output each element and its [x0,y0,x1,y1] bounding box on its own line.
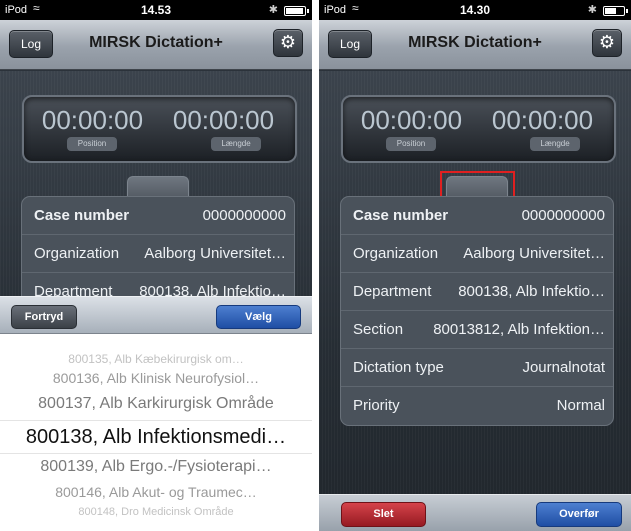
section-row[interactable]: Section 80013812, Alb Infektion… [341,311,613,349]
picker-option-selected[interactable]: 800138, Alb Infektionsmedi… [0,426,312,449]
navigation-bar: Log MIRSK Dictation+ ⚙ [0,20,312,70]
picker-toolbar: Fortryd Vælg [0,296,312,334]
phone-screen-right: iPod ≈ 14.30 ✱ Log MIRSK Dictation+ ⚙ 00… [319,0,631,531]
row-value: 800138, Alb Infektio… [458,283,605,300]
department-picker[interactable]: 800135, Alb Kæbekirurgisk om… 800136, Al… [0,334,312,531]
row-value: Journalnotat [522,359,605,376]
status-time: 14.30 [459,3,491,17]
picker-option[interactable]: 800137, Alb Karkirurgisk Område [0,395,312,413]
bluetooth-icon: ✱ [587,4,597,16]
position-label: Position [67,137,117,151]
transfer-button[interactable]: Overfør [536,502,622,527]
row-label: Organization [34,245,120,262]
status-bar: iPod ≈ 14.53 ✱ [0,0,312,20]
picker-option[interactable]: 800139, Alb Ergo.-/Fysioterapi… [0,458,312,476]
info-card: Case number 0000000000 Organization Aalb… [340,196,614,426]
row-value: 80013812, Alb Infektion… [433,321,605,338]
department-row[interactable]: Department 800138, Alb Infektio… [341,273,613,311]
battery-icon [284,6,309,16]
row-label: Priority [353,397,400,414]
length-time: 00:00:00 [172,105,275,135]
bottom-toolbar: Slet Overfør [319,494,631,531]
app-title: MIRSK Dictation+ [89,34,223,51]
row-label: Case number [34,207,130,224]
length-label: Længde [211,137,261,151]
app-title: MIRSK Dictation+ [408,34,542,51]
info-card: Case number 0000000000 Organization Aalb… [21,196,295,312]
navigation-bar: Log MIRSK Dictation+ ⚙ [319,20,631,70]
position-label: Position [386,137,436,151]
status-bar: iPod ≈ 14.30 ✱ [319,0,631,20]
length-time: 00:00:00 [491,105,594,135]
picker-option[interactable]: 800135, Alb Kæbekirurgisk om… [0,352,312,366]
case-number-row[interactable]: Case number 0000000000 [22,197,294,235]
row-value: 0000000000 [521,207,605,224]
battery-icon [603,6,628,16]
delete-button[interactable]: Slet [341,502,426,527]
row-value: Aalborg Universitet… [463,245,605,262]
priority-row[interactable]: Priority Normal [341,387,613,425]
gear-icon: ⚙ [279,32,297,52]
timer-display: 00:00:00 00:00:00 Position Længde [22,95,297,163]
row-value: Normal [556,397,605,414]
gear-icon: ⚙ [598,32,616,52]
row-label: Dictation type [353,359,444,376]
case-number-row[interactable]: Case number 0000000000 [341,197,613,235]
organization-row[interactable]: Organization Aalborg Universitet… [22,235,294,273]
picker-option[interactable]: 800146, Alb Akut- og Traumec… [0,484,312,500]
dictation-type-row[interactable]: Dictation type Journalnotat [341,349,613,387]
row-value: Aalborg Universitet… [144,245,286,262]
picker-option[interactable]: 800136, Alb Klinisk Neurofysiol… [0,370,312,386]
position-time: 00:00:00 [360,105,463,135]
drawer-handle[interactable] [127,176,189,198]
settings-button[interactable]: ⚙ [592,29,622,57]
row-label: Case number [353,207,449,224]
row-label: Organization [353,245,439,262]
position-time: 00:00:00 [41,105,144,135]
settings-button[interactable]: ⚙ [273,29,303,57]
organization-row[interactable]: Organization Aalborg Universitet… [341,235,613,273]
select-button[interactable]: Vælg [216,305,301,329]
timer-display: 00:00:00 00:00:00 Position Længde [341,95,616,163]
phone-screen-left: iPod ≈ 14.53 ✱ Log MIRSK Dictation+ ⚙ 00… [0,0,312,531]
row-label: Section [353,321,404,338]
row-value: 0000000000 [202,207,286,224]
length-label: Længde [530,137,580,151]
cancel-button[interactable]: Fortryd [11,305,77,329]
row-label: Department [353,283,432,300]
picker-option[interactable]: 800148, Dro Medicinsk Område [0,506,312,518]
bluetooth-icon: ✱ [268,4,278,16]
status-time: 14.53 [140,3,172,17]
